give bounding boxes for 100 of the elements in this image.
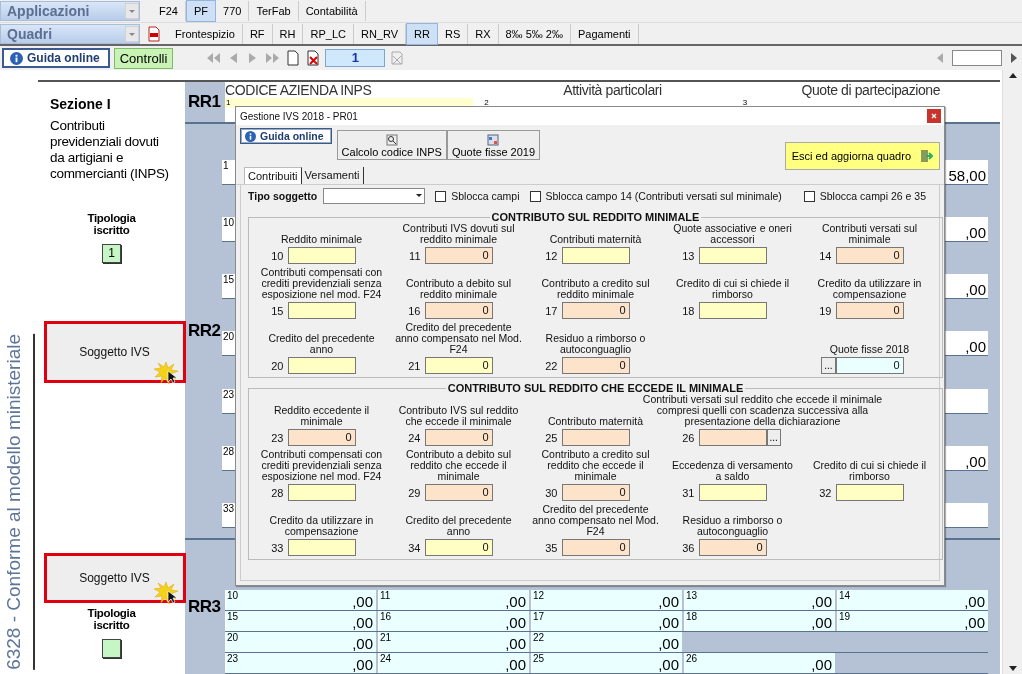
- input-field[interactable]: [698, 247, 767, 264]
- checkbox[interactable]: [529, 190, 541, 202]
- new-page-icon[interactable]: [285, 50, 302, 66]
- input-field[interactable]: 0: [561, 484, 630, 501]
- amount-field[interactable]: 26 ,00: [684, 653, 835, 673]
- tab[interactable]: Versamenti: [301, 167, 364, 184]
- amount-field[interactable]: 18 ,00: [684, 611, 835, 631]
- amount-field[interactable]: 20 ,00: [225, 632, 376, 652]
- input-field[interactable]: [698, 484, 767, 501]
- menu-tab[interactable]: RR: [406, 22, 438, 45]
- browse-button[interactable]: ...: [821, 357, 836, 374]
- caret-icon[interactable]: [125, 3, 139, 19]
- input-field[interactable]: [561, 429, 630, 446]
- amount-field[interactable]: 10 ,00: [225, 590, 376, 610]
- field-label: Tipologia iscritto: [86, 212, 137, 236]
- page-number-field[interactable]: 1: [325, 49, 386, 67]
- input-field[interactable]: 0: [287, 429, 356, 446]
- input-field[interactable]: 0: [835, 357, 904, 374]
- input-field[interactable]: 0: [424, 484, 493, 501]
- delete-page-icon[interactable]: [305, 50, 322, 66]
- menu-tab[interactable]: RS: [437, 23, 469, 44]
- toolbar-button[interactable]: Calcolo codice INPS: [336, 130, 447, 160]
- input-field[interactable]: 0: [424, 539, 493, 556]
- menu-tab[interactable]: 770: [216, 1, 250, 21]
- field-number: 34: [408, 541, 421, 554]
- input-field[interactable]: [561, 247, 630, 264]
- amount-field[interactable]: 19 ,00: [837, 611, 988, 631]
- field-number: 15: [222, 274, 235, 286]
- amount-field[interactable]: 13 ,00: [684, 590, 835, 610]
- soggetto-ivs-button[interactable]: Soggetto IVS: [43, 321, 186, 383]
- amount-field[interactable]: 11 ,00: [378, 590, 529, 610]
- menu-tab[interactable]: RF: [242, 23, 273, 44]
- field-label: Contributo IVS sul reddito che eccede il minimale: [397, 405, 520, 427]
- amount-field[interactable]: 14 ,00: [837, 590, 988, 610]
- input-field[interactable]: [835, 484, 904, 501]
- amount-field[interactable]: 24 ,00: [378, 653, 529, 673]
- input-field[interactable]: 0: [561, 357, 630, 374]
- menu-tab[interactable]: Contabilità: [298, 1, 366, 21]
- field-label: Reddito eccedente il minimale: [272, 405, 371, 427]
- menu-tab[interactable]: Pagamenti: [570, 23, 639, 44]
- amount-field[interactable]: 21 ,00: [378, 632, 529, 652]
- tipologia-field[interactable]: [102, 639, 121, 658]
- soggetto-ivs-button[interactable]: Soggetto IVS: [43, 553, 186, 603]
- exit-update-button[interactable]: Esci ed aggiorna quadro: [784, 142, 940, 170]
- input-field[interactable]: 0: [561, 539, 630, 556]
- dropdown[interactable]: Quadri: [0, 23, 140, 44]
- amount-field[interactable]: 17 ,00: [531, 611, 682, 631]
- input-field[interactable]: [287, 302, 356, 319]
- menu-tab[interactable]: RX: [468, 23, 499, 44]
- input-field[interactable]: 0: [424, 357, 493, 374]
- menu-tab[interactable]: TerFab: [249, 1, 299, 21]
- input-field[interactable]: 0: [424, 302, 493, 319]
- input-field[interactable]: [287, 357, 356, 374]
- amount-field[interactable]: 16 ,00: [378, 611, 529, 631]
- toolbar-button[interactable]: Quote fisse 2019: [446, 130, 541, 160]
- menu-tab[interactable]: F24: [152, 1, 186, 21]
- pdf-icon[interactable]: [146, 25, 162, 42]
- check-button[interactable]: Controlli: [113, 47, 174, 69]
- field-number: 10: [271, 249, 284, 262]
- field-label: Contributi compensati con crediti previdenziali senza esposizione nel mod. F24: [259, 449, 384, 482]
- input-field[interactable]: 0: [424, 429, 493, 446]
- input-field[interactable]: 0: [835, 247, 904, 264]
- input-field[interactable]: [287, 539, 356, 556]
- input-field[interactable]: [287, 247, 356, 264]
- field-number: 23: [271, 431, 284, 444]
- field-number: 2: [484, 98, 489, 107]
- type-dropdown[interactable]: [323, 188, 426, 204]
- input-field[interactable]: 0: [698, 539, 767, 556]
- field-label: Residuo a rimborso o autoconguaglio: [681, 515, 784, 537]
- input-field[interactable]: 0: [561, 302, 630, 319]
- input-field[interactable]: [698, 302, 767, 319]
- checkbox[interactable]: [435, 190, 447, 202]
- field-number: 30: [545, 486, 558, 499]
- menu-tab[interactable]: RH: [272, 23, 304, 44]
- record-field[interactable]: [952, 50, 1002, 66]
- menu-tab[interactable]: 8‰ 5‰ 2‰: [498, 23, 571, 44]
- tab[interactable]: Contribuiti: [244, 167, 302, 184]
- input-field[interactable]: 0: [424, 247, 493, 264]
- close-icon[interactable]: [927, 109, 941, 123]
- online-guide-button[interactable]: Guida online: [240, 128, 332, 144]
- field-number: 33: [271, 541, 284, 554]
- amount-field[interactable]: 15 ,00: [225, 611, 376, 631]
- tipologia-field[interactable]: 1: [102, 244, 121, 263]
- field-number: 28: [271, 486, 284, 499]
- input-field[interactable]: 0: [835, 302, 904, 319]
- input-field[interactable]: [698, 429, 767, 446]
- menu-tab[interactable]: PF: [185, 0, 217, 22]
- column-header: Quote di partecipazione: [801, 82, 941, 98]
- caret-icon[interactable]: [125, 25, 139, 42]
- menu-tab[interactable]: RP_LC: [303, 23, 354, 44]
- checkbox[interactable]: [803, 190, 815, 202]
- input-field[interactable]: [287, 484, 356, 501]
- online-guide-button[interactable]: Guida online: [2, 48, 110, 68]
- amount-field[interactable]: 22 ,00: [531, 632, 682, 652]
- amount-field[interactable]: 12 ,00: [531, 590, 682, 610]
- field-label: Contributi IVS dovuti sul reddito minimale: [401, 223, 516, 245]
- amount-field[interactable]: 25 ,00: [531, 653, 682, 673]
- field-value: ,00: [965, 452, 987, 470]
- menu-tab[interactable]: Frontespizio: [168, 23, 243, 44]
- amount-field[interactable]: 23 ,00: [225, 653, 376, 673]
